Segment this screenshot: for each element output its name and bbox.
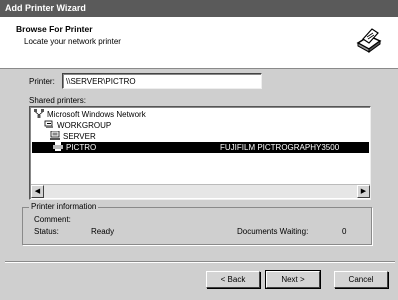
network-icon <box>34 109 44 118</box>
next-button[interactable]: Next > <box>265 270 321 289</box>
printer-label: Printer: <box>29 77 55 86</box>
group-legend: Printer information <box>29 202 99 211</box>
tree-item-server[interactable]: SERVER <box>50 131 96 142</box>
documents-waiting-value: 0 <box>342 227 347 236</box>
status-label: Status: <box>34 227 59 236</box>
printer-icon <box>53 142 63 151</box>
status-value: Ready <box>91 227 115 236</box>
footer-divider <box>5 261 395 263</box>
horizontal-scrollbar[interactable]: ◀ ▶ <box>31 184 370 198</box>
tree-item-workgroup[interactable]: WORKGROUP <box>44 120 111 131</box>
printer-information-group: Printer information Comment: Status: Rea… <box>22 202 372 245</box>
printer-icon <box>356 28 382 53</box>
window-title: Add Printer Wizard <box>0 0 398 17</box>
tree-item-label: WORKGROUP <box>57 121 112 130</box>
tree-item-pictro[interactable]: PICTRO FUJIFILM PICTROGRAPHY3500 <box>32 142 369 153</box>
back-button[interactable]: < Back <box>206 271 260 288</box>
printer-model: FUJIFILM PICTROGRAPHY3500 <box>220 143 340 152</box>
shared-printers-label: Shared printers: <box>29 96 86 105</box>
tree-item-network[interactable]: Microsoft Windows Network <box>34 109 146 120</box>
printer-path-input[interactable] <box>62 73 262 89</box>
cancel-button[interactable]: Cancel <box>334 271 388 288</box>
tree-item-label: SERVER <box>63 132 96 141</box>
workgroup-icon <box>44 120 53 128</box>
page-title: Browse For Printer <box>16 24 93 34</box>
page-subtitle: Locate your network printer <box>24 37 121 46</box>
comment-label: Comment: <box>34 215 71 224</box>
shared-printers-tree[interactable]: Microsoft Windows Network WORKGROUP SERV… <box>29 106 371 200</box>
arrow-left-icon[interactable]: ◀ <box>31 185 44 198</box>
arrow-right-icon[interactable]: ▶ <box>357 185 370 198</box>
wizard-header: Browse For Printer Locate your network p… <box>0 17 398 69</box>
tree-item-label: Microsoft Windows Network <box>47 110 146 119</box>
documents-waiting-label: Documents Waiting: <box>237 227 309 236</box>
tree-item-label: PICTRO <box>66 143 97 152</box>
computer-icon <box>50 131 60 140</box>
